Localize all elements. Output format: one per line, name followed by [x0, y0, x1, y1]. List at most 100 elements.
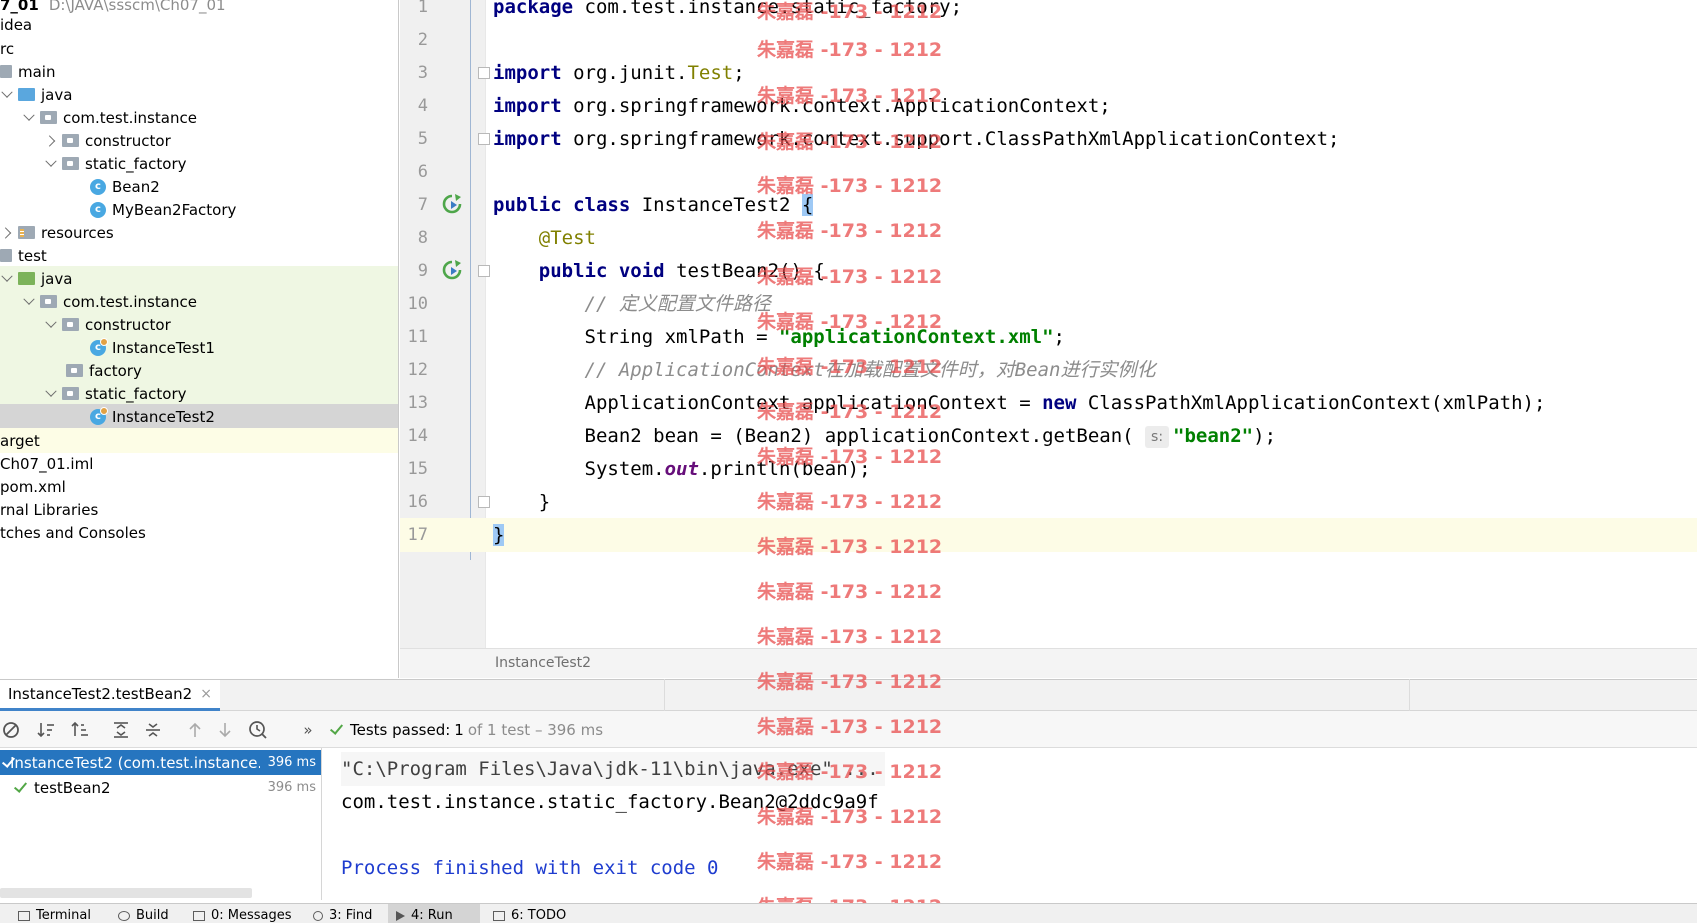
code-line-2[interactable]: 2	[400, 23, 1697, 57]
tree-row-external-libraries[interactable]: rnal Libraries	[0, 497, 398, 522]
tree-row-instancetest1[interactable]: c InstanceTest1	[0, 335, 398, 360]
stop-icon[interactable]	[0, 719, 22, 741]
tree-row-bean2[interactable]: c Bean2	[0, 174, 398, 199]
tree-row-iml[interactable]: Ch07_01.iml	[0, 451, 398, 476]
chevron-down-icon[interactable]	[44, 387, 58, 401]
keyword: import	[493, 128, 562, 150]
tree-row-test-package[interactable]: com.test.instance	[0, 289, 398, 314]
line-number: 13	[407, 393, 428, 413]
editor-breadcrumb[interactable]: InstanceTest2	[400, 648, 1697, 678]
code-line-10[interactable]: 10 // 定义配置文件路径	[400, 287, 1697, 321]
chevron-down-icon[interactable]	[0, 272, 14, 286]
fold-icon[interactable]	[478, 133, 490, 145]
chevron-down-icon[interactable]	[44, 318, 58, 332]
tree-row-main-constructor[interactable]: constructor	[0, 128, 398, 153]
build-tab[interactable]: Build	[110, 904, 177, 923]
tree-row-factory[interactable]: factory	[0, 358, 398, 383]
find-tab[interactable]: 3: Find	[305, 904, 380, 923]
tree-row-test[interactable]: test	[0, 243, 398, 268]
tree-row-idea[interactable]: idea	[0, 12, 398, 37]
sort-by-duration-icon[interactable]	[69, 719, 91, 741]
run-console[interactable]: "C:\Program Files\Java\jdk-11\bin\java.e…	[323, 748, 1697, 900]
tree-row-test-java[interactable]: java	[0, 266, 398, 291]
tree-row-main-package[interactable]: com.test.instance	[0, 105, 398, 130]
chevron-down-icon[interactable]	[44, 157, 58, 171]
breadcrumb-item[interactable]: InstanceTest2	[495, 655, 591, 671]
code-line-12[interactable]: 12 // ApplicationContext在加载配置文件时，对Bean进行…	[400, 353, 1697, 387]
tree-row-main-java[interactable]: java	[0, 82, 398, 107]
run-test-icon[interactable]	[441, 193, 463, 215]
code-text: }	[538, 491, 551, 513]
tree-row-test-constructor[interactable]: constructor	[0, 312, 398, 337]
tree-row-pom[interactable]: pom.xml	[0, 474, 398, 499]
code-text: testBean2() {	[664, 260, 825, 282]
line-number: 17	[407, 525, 428, 545]
fold-icon[interactable]	[478, 265, 490, 277]
test-history-icon[interactable]	[247, 719, 269, 741]
tree-row-mybean2factory[interactable]: c MyBean2Factory	[0, 197, 398, 222]
test-results-tree[interactable]: InstanceTest2 (com.test.instance.sta 396…	[0, 748, 322, 900]
tree-row-resources[interactable]: resources	[0, 220, 398, 245]
chevron-down-icon[interactable]	[22, 111, 36, 125]
test-duration: 396 ms	[267, 780, 316, 795]
code-line-6[interactable]: 6	[400, 155, 1697, 189]
tree-row-src[interactable]: rc	[0, 36, 398, 61]
code-text: ;	[1053, 326, 1065, 348]
tab-separator	[664, 679, 665, 711]
test-row-class[interactable]: InstanceTest2 (com.test.instance.sta 396…	[0, 750, 321, 775]
code-line-11[interactable]: 11 String xmlPath = "applicationContext.…	[400, 320, 1697, 354]
code-editor[interactable]: 1 package com.test.instance.static_facto…	[400, 0, 1697, 678]
horizontal-scrollbar[interactable]	[0, 888, 252, 898]
chevron-down-icon[interactable]	[0, 88, 14, 102]
code-text: com.test.instance.static_factory;	[573, 0, 963, 18]
test-row-method[interactable]: testBean2 396 ms	[0, 775, 321, 800]
tests-passed-count: 1	[454, 720, 464, 739]
tree-label: constructor	[85, 131, 171, 150]
chevron-down-icon[interactable]	[22, 295, 36, 309]
run-tab-bar: InstanceTest2.testBean2 ×	[0, 679, 1697, 711]
run-tab[interactable]: InstanceTest2.testBean2 ×	[0, 680, 220, 711]
chevron-right-icon[interactable]	[0, 226, 14, 240]
run-tool-tab[interactable]: 4: Run	[388, 904, 480, 923]
fold-icon[interactable]	[478, 496, 490, 508]
code-line-8[interactable]: 8 @Test	[400, 221, 1697, 255]
close-icon[interactable]: ×	[200, 686, 212, 702]
previous-failed-test-icon[interactable]	[184, 719, 206, 741]
code-line-4[interactable]: 4 import org.springframework.context.App…	[400, 89, 1697, 123]
class-icon: c	[90, 178, 106, 195]
code-line-15[interactable]: 15 System.out.println(bean);	[400, 452, 1697, 486]
code-line-7[interactable]: 7 public class InstanceTest2 {	[400, 188, 1697, 222]
code-line-1[interactable]: 1 package com.test.instance.static_facto…	[400, 0, 1697, 24]
fold-icon[interactable]	[478, 67, 490, 79]
todo-tab[interactable]: 6: TODO	[485, 904, 574, 923]
code-line-14[interactable]: 14 Bean2 bean = (Bean2) applicationConte…	[400, 419, 1697, 453]
expand-all-icon[interactable]	[110, 719, 132, 741]
code-line-16[interactable]: 16 }	[400, 485, 1697, 519]
code-text: ClassPathXmlApplicationContext(xmlPath);	[1076, 392, 1546, 414]
code-line-3[interactable]: 3 import org.junit.Test;	[400, 56, 1697, 90]
terminal-tab[interactable]: Terminal	[10, 904, 99, 923]
more-options-icon[interactable]: »	[297, 719, 319, 741]
line-number: 4	[417, 96, 428, 116]
tree-row-main-static-factory[interactable]: static_factory	[0, 151, 398, 176]
run-test-icon[interactable]	[441, 259, 463, 281]
tree-row-target[interactable]: arget	[0, 428, 398, 453]
chevron-right-icon[interactable]	[44, 134, 58, 148]
tree-row-test-static-factory[interactable]: static_factory	[0, 381, 398, 406]
package-icon	[62, 157, 79, 170]
code-line-9[interactable]: 9 public void testBean2() {	[400, 254, 1697, 288]
collapse-all-icon[interactable]	[142, 719, 164, 741]
code-line-5[interactable]: 5 import org.springframework.context.sup…	[400, 122, 1697, 156]
tree-row-instancetest2[interactable]: c InstanceTest2	[0, 404, 398, 429]
tests-status: Tests passed: 1 of 1 test – 396 ms	[328, 711, 603, 748]
play-icon	[396, 911, 405, 921]
tree-row-scratches[interactable]: tches and Consoles	[0, 520, 398, 545]
messages-tab[interactable]: 0: Messages	[185, 904, 300, 923]
sort-alphabetically-icon[interactable]	[35, 719, 57, 741]
next-failed-test-icon[interactable]	[214, 719, 236, 741]
tree-label: com.test.instance	[63, 108, 197, 127]
tree-row-main[interactable]: main	[0, 59, 398, 84]
console-command-line[interactable]: "C:\Program Files\Java\jdk-11\bin\java.e…	[341, 752, 885, 786]
code-line-13[interactable]: 13 ApplicationContext applicationContext…	[400, 386, 1697, 420]
code-line-17[interactable]: 17 }	[400, 518, 1697, 552]
